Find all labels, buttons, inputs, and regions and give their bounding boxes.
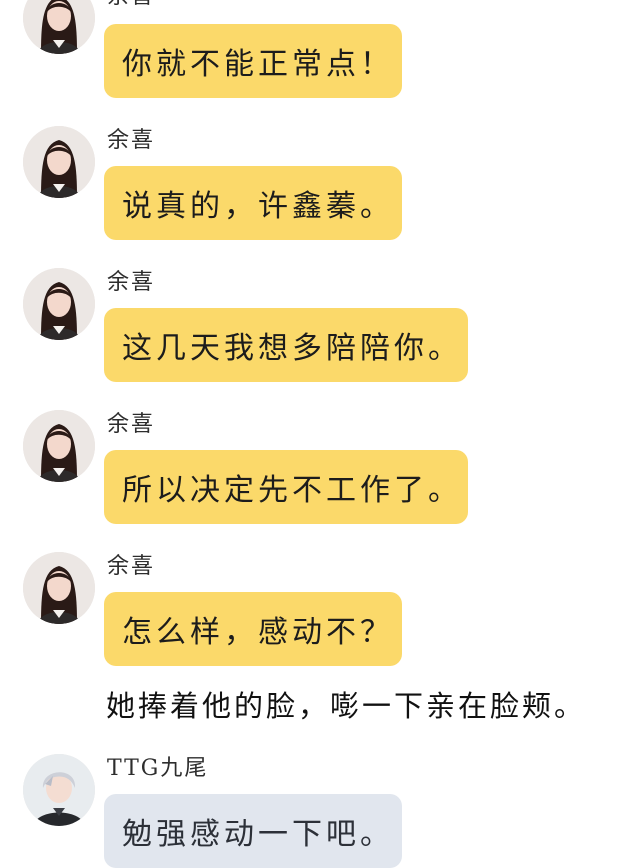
portrait-female-icon [23, 0, 95, 54]
avatar-yuxi[interactable] [23, 0, 95, 54]
portrait-female-icon [23, 410, 95, 482]
portrait-male-icon [23, 754, 95, 826]
message-bubble[interactable]: 所以决定先不工作了。 [104, 450, 468, 524]
avatar-yuxi[interactable] [23, 126, 95, 198]
message-bubble[interactable]: 你就不能正常点！ [104, 24, 402, 98]
message-text: 你就不能正常点！ [122, 47, 394, 82]
avatar-ttg-jiuwei[interactable] [23, 754, 95, 826]
sender-name: TTG九尾 [107, 756, 209, 781]
sender-name: 余喜 [107, 412, 156, 437]
avatar-yuxi[interactable] [23, 552, 95, 624]
message-bubble[interactable]: 怎么样，感动不？ [104, 592, 402, 666]
sender-name: 余喜 [107, 554, 156, 579]
message-text: 所以决定先不工作了。 [122, 473, 462, 508]
sender-name: 余喜 [107, 270, 156, 295]
sender-name: 余喜 [107, 128, 156, 153]
portrait-female-icon [23, 126, 95, 198]
portrait-female-icon [23, 268, 95, 340]
message-text: 说真的，许鑫蓁。 [122, 189, 394, 224]
message-bubble[interactable]: 这几天我想多陪陪你。 [104, 308, 468, 382]
avatar-yuxi[interactable] [23, 410, 95, 482]
message-bubble[interactable]: 勉强感动一下吧。 [104, 794, 402, 868]
message-text: 勉强感动一下吧。 [122, 817, 394, 852]
avatar-yuxi[interactable] [23, 268, 95, 340]
message-bubble[interactable]: 说真的，许鑫蓁。 [104, 166, 402, 240]
portrait-female-icon [23, 552, 95, 624]
sender-name: 余喜 [107, 0, 155, 10]
narration-text: 她捧着他的脸，嘭一下亲在脸颊。 [106, 689, 587, 723]
message-text: 怎么样，感动不？ [122, 615, 394, 650]
message-text: 这几天我想多陪陪你。 [122, 331, 462, 366]
